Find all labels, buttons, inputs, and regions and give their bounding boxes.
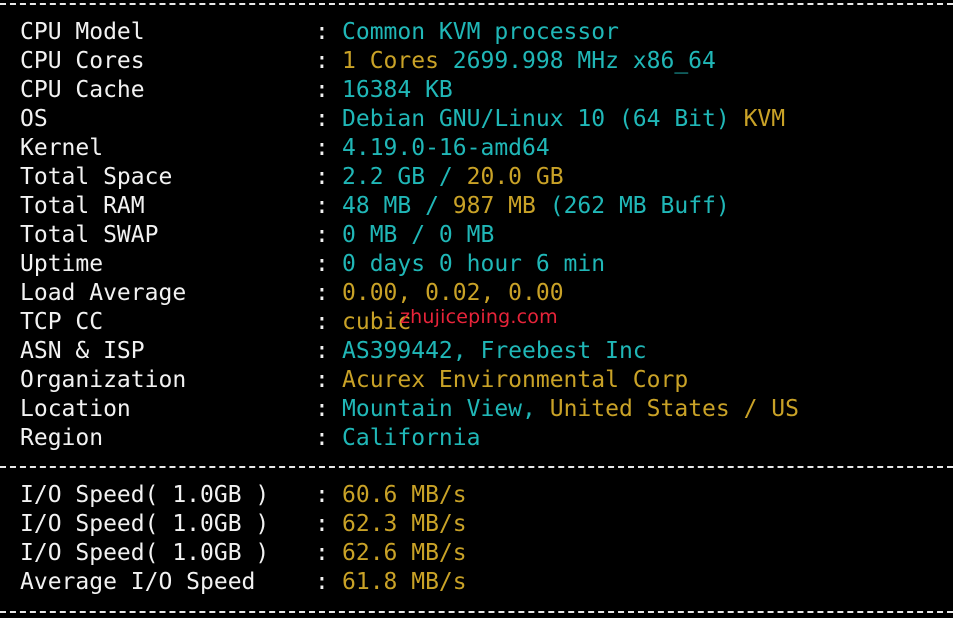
sysinfo-value: Common KVM processor [342,18,619,47]
sysinfo-value-segment: 0 MB / 0 MB [342,222,495,248]
sysinfo-value: 0 days 0 hour 6 min [342,250,605,279]
sysinfo-value-segment: 2.2 GB / [342,164,467,190]
sysinfo-label: Uptime [20,251,104,277]
sysinfo-label: CPU Cache [20,77,145,103]
sysinfo-value-segment: California [342,425,481,451]
sysinfo-label: Total RAM [20,193,145,219]
sysinfo-value-segment: 20.0 GB [466,164,564,190]
sysinfo-colon: : [315,48,329,74]
io-speed-value-segment: 60.6 MB/s [342,482,467,508]
sysinfo-colon: : [315,396,329,422]
io-speed-colon: : [315,569,329,595]
sysinfo-value: 2.2 GB / 20.0 GB [342,163,564,192]
sysinfo-label: OS [20,106,48,132]
sysinfo-value: California [342,424,480,453]
sysinfo-value: Debian GNU/Linux 10 (64 Bit) KVM [342,105,785,134]
sysinfo-value: 48 MB / 987 MB (262 MB Buff) [342,192,730,221]
io-speed-label: I/O Speed( 1.0GB ) [20,511,270,537]
sysinfo-value-segment: United States / US [549,396,799,422]
io-speed-value-segment: 62.6 MB/s [342,540,467,566]
sysinfo-label: TCP CC [20,309,104,335]
io-speed-value: 61.8 MB/s [342,568,467,597]
sysinfo-value: Mountain View, United States / US [342,395,799,424]
io-speed-label: I/O Speed( 1.0GB ) [20,540,270,566]
sysinfo-value-segment: 48 MB / [342,193,453,219]
io-speed-colon: : [315,511,329,537]
io-speed-value-segment: 62.3 MB/s [342,511,467,537]
sysinfo-value: 0 MB / 0 MB [342,221,494,250]
sysinfo-value-segment: Mountain View, [342,396,550,422]
sysinfo-value-segment: 1 Cores [342,48,453,74]
sysinfo-label: Organization [20,367,187,393]
io-speed-value: 62.6 MB/s [342,539,467,568]
io-speed-value: 62.3 MB/s [342,510,467,539]
io-speed-colon: : [315,482,329,508]
sysinfo-label: Load Average [20,280,187,306]
sysinfo-value-segment: 2699.998 MHz x86_64 [452,48,716,74]
sysinfo-value: 4.19.0-16-amd64 [342,134,550,163]
watermark-text: zhujiceping.com [400,306,558,328]
io-speed-colon: : [315,540,329,566]
sysinfo-value: Acurex Environmental Corp [342,366,688,395]
sysinfo-colon: : [315,338,329,364]
sysinfo-colon: : [315,309,329,335]
sysinfo-label: Region [20,425,104,451]
sysinfo-value: 1 Cores 2699.998 MHz x86_64 [342,47,716,76]
sysinfo-value-segment: (262 MB Buff) [535,193,730,219]
sysinfo-label: Kernel [20,135,104,161]
sysinfo-value-segment: 4.19.0-16-amd64 [342,135,550,161]
sysinfo-value: 0.00, 0.02, 0.00 [342,279,564,308]
sysinfo-label: Total Space [20,164,173,190]
sysinfo-colon: : [315,280,329,306]
io-speed-label: Average I/O Speed [20,569,256,595]
sysinfo-colon: : [315,135,329,161]
sysinfo-colon: : [315,106,329,132]
sysinfo-colon: : [315,19,329,45]
sysinfo-value-segment: KVM [743,106,786,132]
sysinfo-colon: : [315,77,329,103]
sysinfo-value-segment: 0.00, 0.02, 0.00 [342,280,564,306]
sysinfo-label: CPU Model [20,19,145,45]
io-speed-label: I/O Speed( 1.0GB ) [20,482,270,508]
sysinfo-label: Location [20,396,131,422]
sysinfo-colon: : [315,251,329,277]
sysinfo-value-segment: 987 MB [452,193,536,219]
io-speed-value-segment: 61.8 MB/s [342,569,467,595]
sysinfo-colon: : [315,367,329,393]
sysinfo-value-segment: Debian GNU/Linux 10 (64 Bit) [342,106,744,132]
sysinfo-label: Total SWAP [20,222,159,248]
sysinfo-value: 16384 KB [342,76,453,105]
sysinfo-value-segment: Acurex Environmental Corp [342,367,689,393]
sysinfo-value-segment: AS399442, Freebest Inc [342,338,647,364]
sysinfo-label: ASN & ISP [20,338,145,364]
sysinfo-colon: : [315,425,329,451]
terminal-window[interactable]: CPU Model: Common KVM processor CPU Cores:… [0,0,953,618]
sysinfo-value-segment: Common KVM processor [342,19,619,45]
sysinfo-colon: : [315,193,329,219]
separator-line-top [0,3,953,5]
io-speed-value: 60.6 MB/s [342,481,467,510]
sysinfo-label: CPU Cores [20,48,145,74]
separator-line-bottom [0,611,953,613]
sysinfo-colon: : [315,164,329,190]
sysinfo-colon: : [315,222,329,248]
sysinfo-value-segment: 0 days 0 hour 6 min [342,251,606,277]
sysinfo-value: AS399442, Freebest Inc [342,337,647,366]
sysinfo-value-segment: 16384 KB [342,77,453,103]
separator-line-middle [0,466,953,468]
